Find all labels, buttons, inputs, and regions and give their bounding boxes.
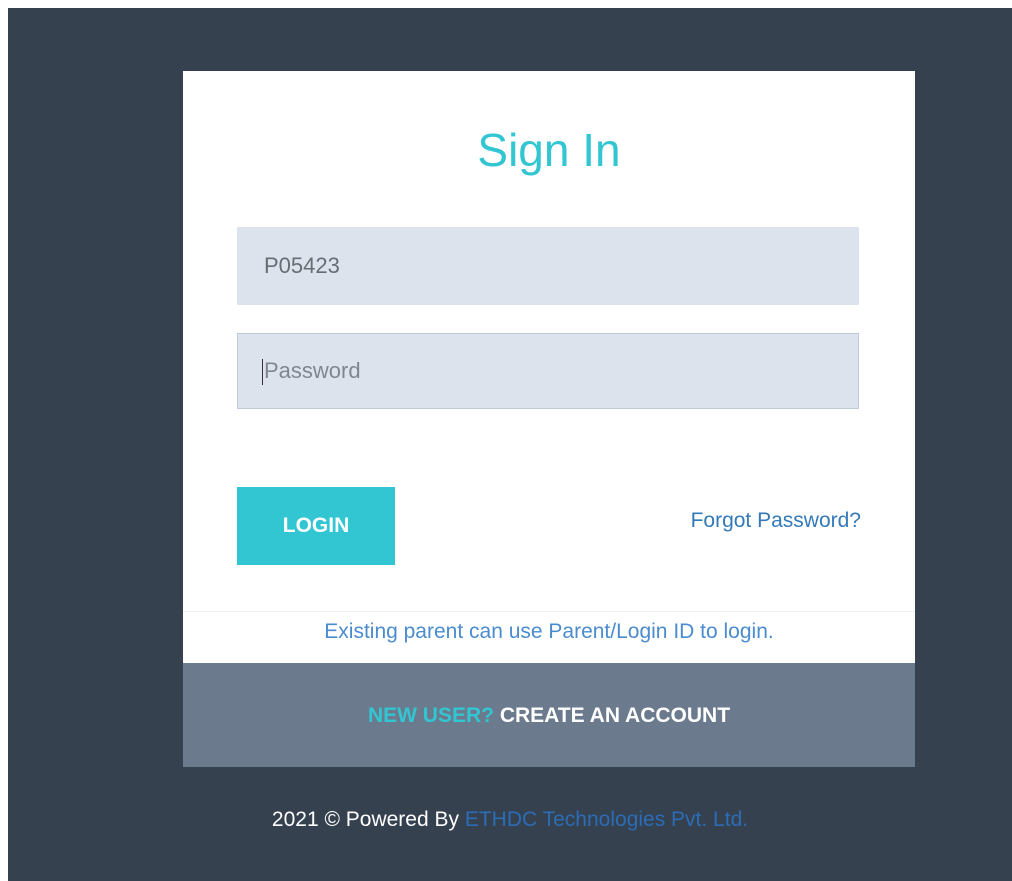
login-card: Sign In LOGIN Forgot Password? Existing …	[183, 71, 915, 767]
new-user-label: NEW USER?	[367, 704, 494, 727]
text-cursor	[262, 359, 263, 385]
copyright-text: 2021 © Powered By	[271, 808, 459, 831]
login-hint-text: Existing parent can use Parent/Login ID …	[324, 620, 774, 643]
forgot-password-link[interactable]: Forgot Password?	[691, 509, 861, 533]
company-link[interactable]: ETHDC Technologies Pvt. Ltd.	[465, 808, 748, 831]
password-field[interactable]	[237, 333, 859, 409]
copyright-footer: 2021 © Powered By ETHDC Technologies Pvt…	[8, 808, 1012, 832]
page-title: Sign In	[477, 124, 621, 176]
page-background: Sign In LOGIN Forgot Password? Existing …	[8, 8, 1012, 881]
divider	[183, 611, 915, 612]
create-account-link[interactable]: CREATE AN ACCOUNT	[500, 704, 730, 727]
create-account-bar: NEW USER? CREATE AN ACCOUNT	[183, 663, 915, 767]
username-field[interactable]	[237, 227, 859, 305]
login-button[interactable]: LOGIN	[237, 487, 395, 565]
